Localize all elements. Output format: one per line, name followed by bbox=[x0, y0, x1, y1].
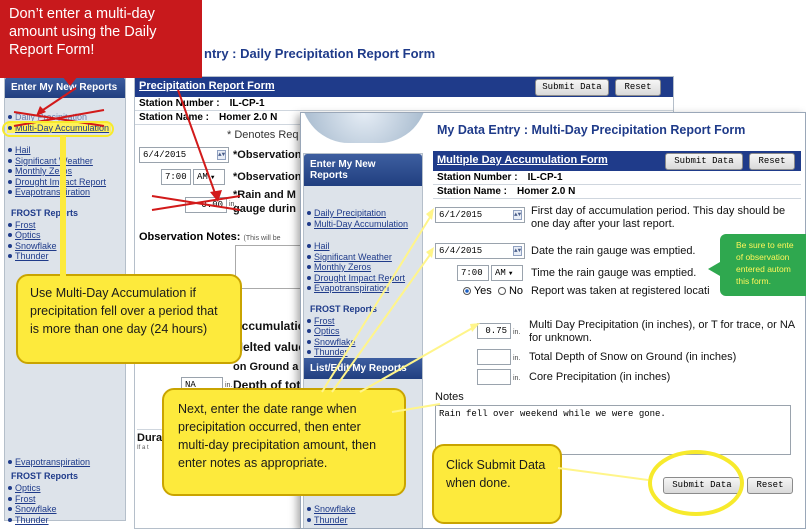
callout-arrows bbox=[321, 208, 744, 516]
submit-highlight-ring bbox=[648, 450, 744, 516]
arrow-to-emptied-date bbox=[331, 251, 433, 393]
arrow-to-first-day bbox=[321, 213, 433, 393]
arrow-head-multi-day-icon bbox=[470, 323, 480, 332]
arrow-to-submit bbox=[557, 467, 649, 481]
tutorial-composite: ntry : Daily Precipitation Report Form E… bbox=[0, 0, 806, 529]
arrow-to-multi-day bbox=[359, 325, 477, 393]
arrow-to-notes bbox=[391, 403, 441, 413]
